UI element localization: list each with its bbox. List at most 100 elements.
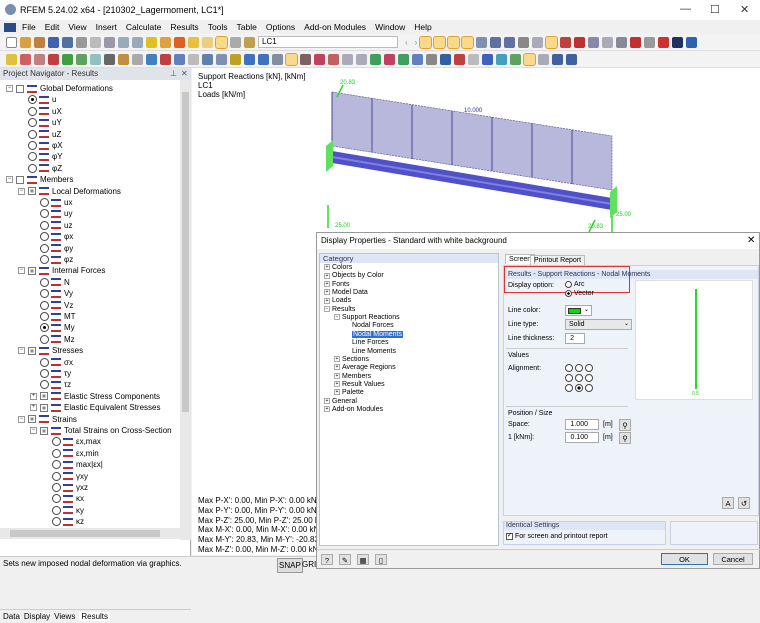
tree-item[interactable]: κy — [42, 505, 84, 516]
tab-display[interactable]: Display — [24, 612, 50, 621]
monitor-icon[interactable] — [552, 53, 563, 65]
box-icon[interactable] — [342, 53, 353, 65]
collapse-icon[interactable]: − — [334, 314, 340, 321]
window-select-icon[interactable] — [160, 53, 171, 65]
radio-button[interactable] — [40, 232, 49, 242]
radio-button[interactable] — [40, 334, 49, 344]
undo-icon[interactable] — [118, 36, 129, 48]
redo-icon[interactable] — [132, 36, 143, 48]
tree-item[interactable]: Vz — [30, 300, 73, 311]
max-min-icon[interactable] — [461, 35, 475, 49]
line-color-picker[interactable]: ⌄ — [565, 305, 592, 316]
tree-item[interactable]: − Total Strains on Cross-Section — [30, 425, 172, 436]
radio-button[interactable] — [28, 106, 37, 116]
pin-icon[interactable]: ⊥ — [170, 69, 177, 78]
view-custom-icon[interactable] — [412, 53, 423, 65]
line-results-icon[interactable] — [538, 53, 549, 65]
tree-item[interactable]: φz — [30, 254, 73, 265]
expand-icon[interactable]: + — [30, 392, 37, 400]
zoom-out-icon[interactable] — [328, 53, 339, 65]
menu-window[interactable]: Window — [375, 22, 405, 32]
tree-item[interactable]: u — [18, 94, 56, 105]
radio-button[interactable] — [40, 357, 49, 367]
wire-icon[interactable] — [532, 36, 544, 48]
alignment-radio[interactable] — [585, 364, 593, 372]
radio-button[interactable] — [40, 198, 49, 207]
tree-item[interactable]: N — [30, 277, 70, 288]
zoom-icon[interactable] — [314, 53, 325, 65]
frame-icon[interactable] — [454, 53, 465, 65]
category-item[interactable]: − Results — [324, 306, 355, 314]
print-preview-icon[interactable] — [104, 36, 115, 48]
save-icon[interactable] — [62, 36, 73, 48]
checkbox[interactable] — [28, 266, 36, 275]
triangle-icon[interactable] — [644, 36, 656, 48]
view-x-icon[interactable] — [370, 53, 381, 65]
save-button[interactable]: ▯ — [375, 554, 387, 565]
tree-item[interactable]: Mz — [30, 334, 75, 345]
tree-item[interactable]: uz — [30, 220, 72, 231]
radio-button[interactable] — [40, 369, 49, 378]
previous-lc-icon[interactable]: ‹ — [405, 38, 408, 47]
category-item[interactable]: + Add-on Modules — [324, 406, 383, 414]
radio-button[interactable] — [52, 483, 61, 492]
menu-tools[interactable]: Tools — [208, 22, 228, 32]
view-z-icon[interactable] — [398, 53, 409, 65]
show-results-icon[interactable] — [188, 36, 199, 48]
radio-button[interactable] — [52, 494, 61, 504]
node-icon[interactable] — [6, 53, 17, 65]
collapse-icon[interactable]: − — [30, 427, 37, 434]
net2-icon[interactable] — [258, 53, 269, 65]
surface-icon[interactable] — [76, 53, 87, 65]
edit-button[interactable]: ✎ — [339, 554, 351, 565]
radio-button[interactable] — [40, 300, 49, 310]
net-icon[interactable] — [244, 53, 255, 65]
tree-item[interactable]: max|εx| — [42, 459, 103, 470]
alignment-radio[interactable] — [585, 374, 593, 382]
next-lc-icon[interactable]: › — [415, 38, 418, 47]
tree-item[interactable]: σx — [30, 357, 73, 368]
radio-button[interactable] — [28, 95, 37, 105]
close-button[interactable]: ✕ — [740, 3, 749, 16]
menu-options[interactable]: Options — [266, 22, 295, 32]
calculate-icon[interactable] — [146, 36, 157, 48]
radio-button[interactable] — [28, 129, 37, 139]
expand-icon[interactable]: + — [324, 264, 330, 271]
pick-scale-button[interactable]: ⚲ — [619, 432, 631, 444]
isosurface-icon[interactable] — [496, 53, 507, 65]
tree-item[interactable]: κz — [42, 516, 84, 527]
radio-button[interactable] — [40, 289, 49, 299]
category-item[interactable]: − Support Reactions — [334, 314, 400, 322]
checkbox[interactable] — [16, 175, 24, 184]
phi-icon[interactable] — [630, 36, 642, 48]
tree-item[interactable]: φx — [30, 231, 73, 242]
alignment-radio[interactable] — [575, 384, 583, 392]
radio-button[interactable] — [40, 243, 49, 253]
tree-item[interactable]: γxz — [42, 482, 88, 493]
link-icon[interactable] — [616, 36, 628, 48]
results-icon[interactable] — [160, 36, 171, 48]
category-item[interactable]: Nodal Forces — [344, 322, 394, 330]
reset-button[interactable]: ↺ — [738, 497, 750, 509]
close-navigator-icon[interactable]: ✕ — [181, 69, 188, 78]
radio-button[interactable] — [52, 517, 61, 527]
alignment-radio[interactable] — [565, 364, 573, 372]
tree-item[interactable]: uY — [18, 117, 62, 128]
nodes-icon[interactable] — [574, 36, 586, 48]
deformation-icon[interactable] — [433, 35, 447, 49]
radio-button[interactable] — [52, 460, 61, 470]
export-icon[interactable] — [686, 36, 698, 48]
report-icon[interactable] — [566, 53, 577, 65]
tree-item[interactable]: φY — [18, 151, 63, 162]
member-icon[interactable] — [34, 53, 45, 65]
solid-model-icon[interactable] — [90, 53, 101, 65]
support-icon[interactable] — [48, 53, 59, 65]
print-icon[interactable] — [90, 36, 101, 48]
new-icon[interactable] — [6, 36, 17, 48]
grid-icon[interactable] — [588, 36, 600, 48]
move-icon[interactable] — [174, 53, 185, 65]
tree-item[interactable]: MT — [30, 311, 76, 322]
expand-icon[interactable]: + — [324, 289, 330, 296]
moment-icon[interactable] — [672, 36, 684, 48]
menu-view[interactable]: View — [68, 22, 86, 32]
